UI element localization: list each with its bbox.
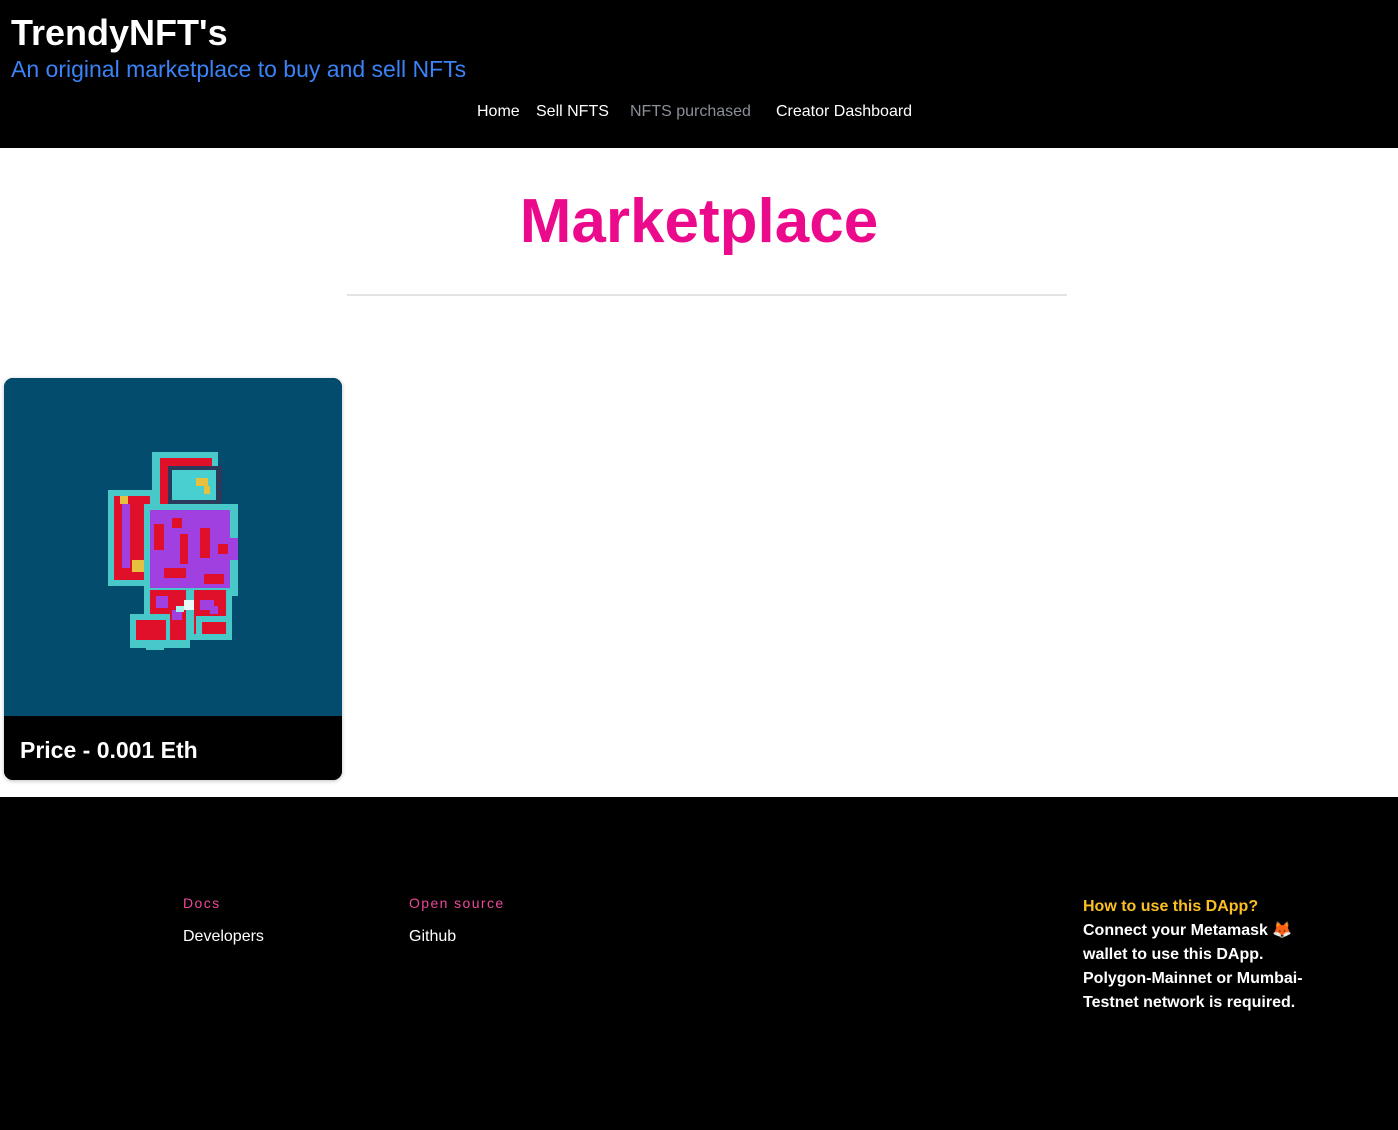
title-divider [347, 294, 1067, 296]
main-nav: Home Sell NFTS NFTS purchased Creator Da… [0, 101, 1398, 125]
site-header: TrendyNFT's An original marketplace to b… [0, 0, 1398, 148]
site-footer: Docs Developers Open source Github How t… [0, 797, 1398, 1130]
nft-card[interactable]: Price - 0.001 Eth [4, 378, 342, 780]
nft-image[interactable] [4, 378, 342, 716]
howto-title: How to use this DApp? [1083, 898, 1259, 915]
nav-sell-link[interactable]: Sell NFTS [536, 101, 609, 123]
nav-home-link[interactable]: Home [477, 101, 520, 123]
footer-docs-heading: Docs [183, 895, 221, 911]
howto-panel: How to use this DApp? Connect your Metam… [1083, 895, 1313, 1015]
nft-card-footer: Price - 0.001 Eth [4, 716, 342, 780]
howto-body: Connect your Metamask 🦊 wallet to use th… [1083, 922, 1303, 1011]
footer-developers-link[interactable]: Developers [183, 926, 264, 948]
site-subtitle: An original marketplace to buy and sell … [11, 56, 467, 82]
site-title: TrendyNFT's [11, 12, 228, 53]
nav-purchased-link[interactable]: NFTS purchased [630, 101, 751, 123]
pixel-astronaut-icon [108, 452, 238, 650]
main-content: Marketplace Price - 0.001 Eth [0, 148, 1398, 797]
page-title: Marketplace [519, 187, 879, 256]
footer-opensource-heading: Open source [409, 895, 505, 911]
footer-github-link[interactable]: Github [409, 926, 456, 948]
nft-price: Price - 0.001 Eth [20, 737, 198, 763]
nav-dashboard-link[interactable]: Creator Dashboard [776, 101, 912, 123]
